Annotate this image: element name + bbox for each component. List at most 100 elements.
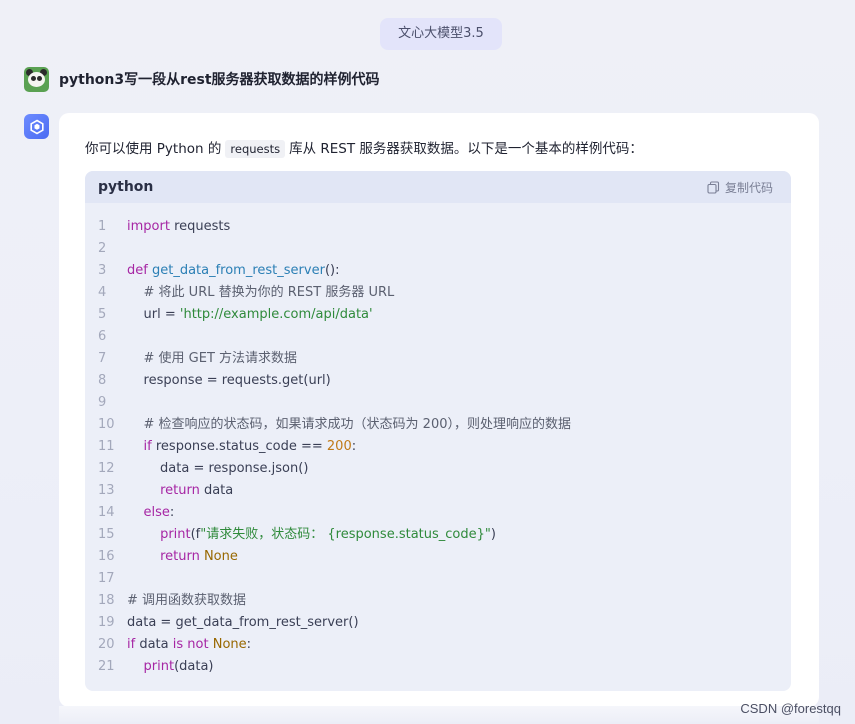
intro-text-start: 你可以使用 Python 的	[85, 141, 222, 157]
code-token: data	[135, 637, 173, 652]
code-line: 2	[85, 238, 791, 260]
line-number: 12	[98, 461, 115, 476]
code-text: # 调用函数获取数据	[127, 590, 246, 612]
code-text: # 检查响应的状态码，如果请求成功（状态码为 200），则处理响应的数据	[127, 414, 571, 436]
answer-intro: 你可以使用 Python 的 requests 库从 REST 服务器获取数据。以下…	[85, 137, 643, 158]
code-token: print	[143, 659, 175, 674]
code-token: is	[172, 637, 184, 652]
user-question-text: python3写一段从rest服务器获取数据的样例代码	[59, 72, 380, 88]
code-text: response = requests.get(url)	[127, 370, 331, 392]
line-number: 2	[98, 241, 107, 256]
code-line: 14 else:	[85, 502, 791, 524]
line-number: 21	[98, 659, 115, 674]
code-text: def get_data_from_rest_server():	[127, 260, 339, 282]
code-token: 200	[326, 439, 352, 454]
line-number: 16	[98, 549, 115, 564]
code-text: if data is not None:	[127, 634, 251, 656]
code-token: if	[127, 637, 136, 652]
code-text: data = get_data_from_rest_server()	[127, 612, 359, 634]
code-token: response.status_code ==	[151, 439, 327, 454]
code-token: response = requests.get(url)	[127, 373, 331, 388]
line-number: 10	[98, 417, 115, 432]
ernie-bot-icon	[24, 114, 49, 139]
code-line: 9	[85, 392, 791, 414]
code-line: 19 data = get_data_from_rest_server()	[85, 612, 791, 634]
code-token: print	[160, 527, 191, 542]
line-number: 18	[98, 593, 115, 608]
code-token: # 调用函数获取数据	[127, 593, 247, 608]
code-token: "请求失败，状态码： {response.status_code}"	[200, 527, 491, 542]
line-number: 3	[98, 263, 107, 278]
code-token: # 检查响应的状态码，如果请求成功（状态码为 200），则处理响应的数据	[127, 417, 571, 432]
copy-code-button[interactable]: 复制代码	[707, 179, 773, 196]
panda-avatar-icon	[24, 66, 49, 92]
code-lines: 1 import requests 2 3 def get_data_from_rest…	[85, 203, 791, 678]
line-number: 1	[98, 219, 107, 234]
code-token: return	[160, 483, 200, 498]
code-line: 4 # 将此 URL 替换为你的 REST 服务器 URL	[85, 282, 791, 304]
line-number: 15	[98, 527, 115, 542]
code-line: 5 url = 'http://example.com/api/data'	[85, 304, 791, 326]
code-line: 18 # 调用函数获取数据	[85, 590, 791, 612]
code-line: 11 if response.status_code == 200:	[85, 436, 791, 458]
line-number: 13	[98, 483, 115, 498]
line-number: 7	[98, 351, 107, 366]
code-token: None	[203, 549, 238, 564]
code-line: 7 # 使用 GET 方法请求数据	[85, 348, 791, 370]
model-selector-tag[interactable]: 文心大模型3.5	[380, 18, 502, 50]
user-message-row: python3写一段从rest服务器获取数据的样例代码	[24, 66, 380, 92]
code-token: data	[199, 483, 234, 498]
code-token: import	[127, 219, 170, 234]
code-text: return None	[127, 546, 238, 568]
code-text: if response.status_code == 200:	[127, 436, 357, 458]
code-token: if	[143, 439, 152, 454]
code-token: (data)	[174, 659, 214, 674]
code-token: None	[212, 637, 247, 652]
code-line: 10 # 检查响应的状态码，如果请求成功（状态码为 200），则处理响应的数据	[85, 414, 791, 436]
code-line: 15 print(f"请求失败，状态码： {response.status_co…	[85, 524, 791, 546]
code-text: else:	[127, 502, 175, 524]
code-text: # 将此 URL 替换为你的 REST 服务器 URL	[127, 282, 395, 304]
code-token: :	[169, 505, 175, 520]
code-token: not	[187, 637, 209, 652]
code-token: )	[490, 527, 496, 542]
code-token: (f	[190, 527, 201, 542]
intro-text-end: 库从 REST 服务器获取数据。以下是一个基本的样例代码：	[289, 141, 643, 157]
code-token: data = response.json()	[127, 461, 309, 476]
code-line: 1 import requests	[85, 216, 791, 238]
inline-code-requests: requests	[225, 140, 286, 158]
line-number: 19	[98, 615, 115, 630]
answer-card: 你可以使用 Python 的 requests 库从 REST 服务器获取数据。以下…	[59, 113, 819, 707]
code-token: get_data_from_rest_server	[151, 263, 325, 278]
code-block: python 复制代码 1 import requests 2 3 def get_da…	[85, 171, 791, 691]
code-text: data = response.json()	[127, 458, 308, 480]
code-token: return	[160, 549, 200, 564]
code-line: 17	[85, 568, 791, 590]
line-number: 20	[98, 637, 115, 652]
code-token: requests	[169, 219, 231, 234]
copy-icon	[707, 180, 720, 194]
code-token: url =	[127, 307, 180, 322]
code-line: 6	[85, 326, 791, 348]
code-line: 3 def get_data_from_rest_server():	[85, 260, 791, 282]
code-token: ():	[324, 263, 340, 278]
code-text: return data	[127, 480, 233, 502]
copy-code-label: 复制代码	[724, 180, 773, 195]
line-number: 11	[98, 439, 115, 454]
code-line: 16 return None	[85, 546, 791, 568]
code-text: url = 'http://example.com/api/data'	[127, 304, 373, 326]
code-token: # 使用 GET 方法请求数据	[127, 351, 298, 366]
code-line: 21 print(data)	[85, 656, 791, 678]
line-number: 5	[98, 307, 107, 322]
code-line: 12 data = response.json()	[85, 458, 791, 480]
line-number: 6	[98, 329, 107, 344]
code-line: 8 response = requests.get(url)	[85, 370, 791, 392]
code-block-header: python 复制代码	[85, 171, 791, 203]
csdn-watermark: CSDN @forestqq	[740, 701, 841, 716]
line-number: 8	[98, 373, 107, 388]
